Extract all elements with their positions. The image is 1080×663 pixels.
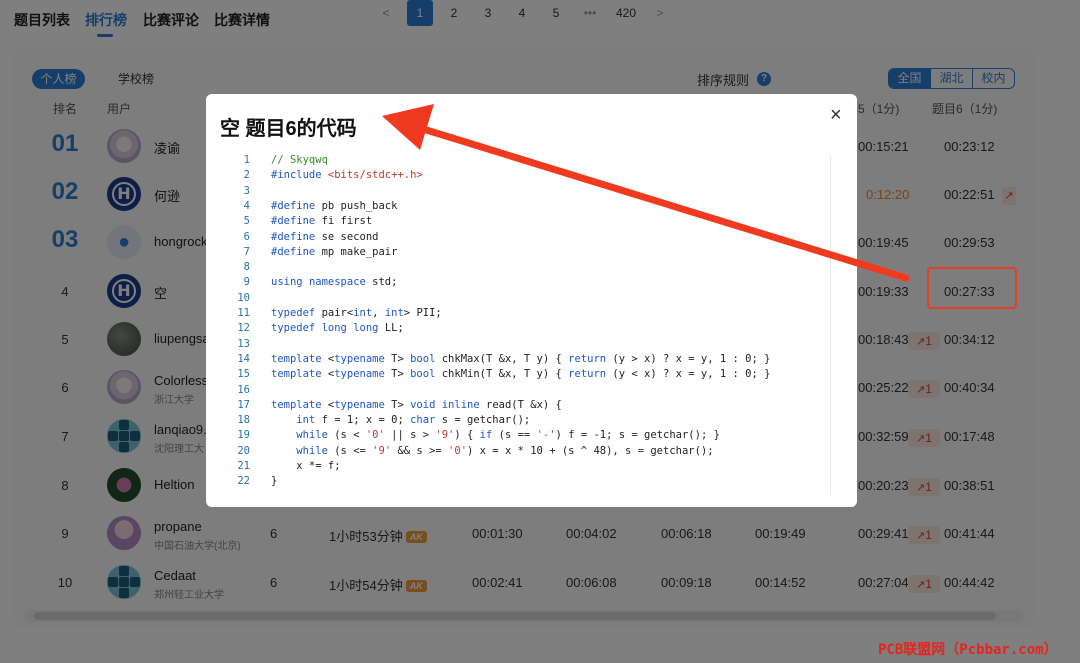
watermark: PCB联盟网（Pcbbar.com） [878,642,1058,658]
annotation-arrow [382,104,910,282]
